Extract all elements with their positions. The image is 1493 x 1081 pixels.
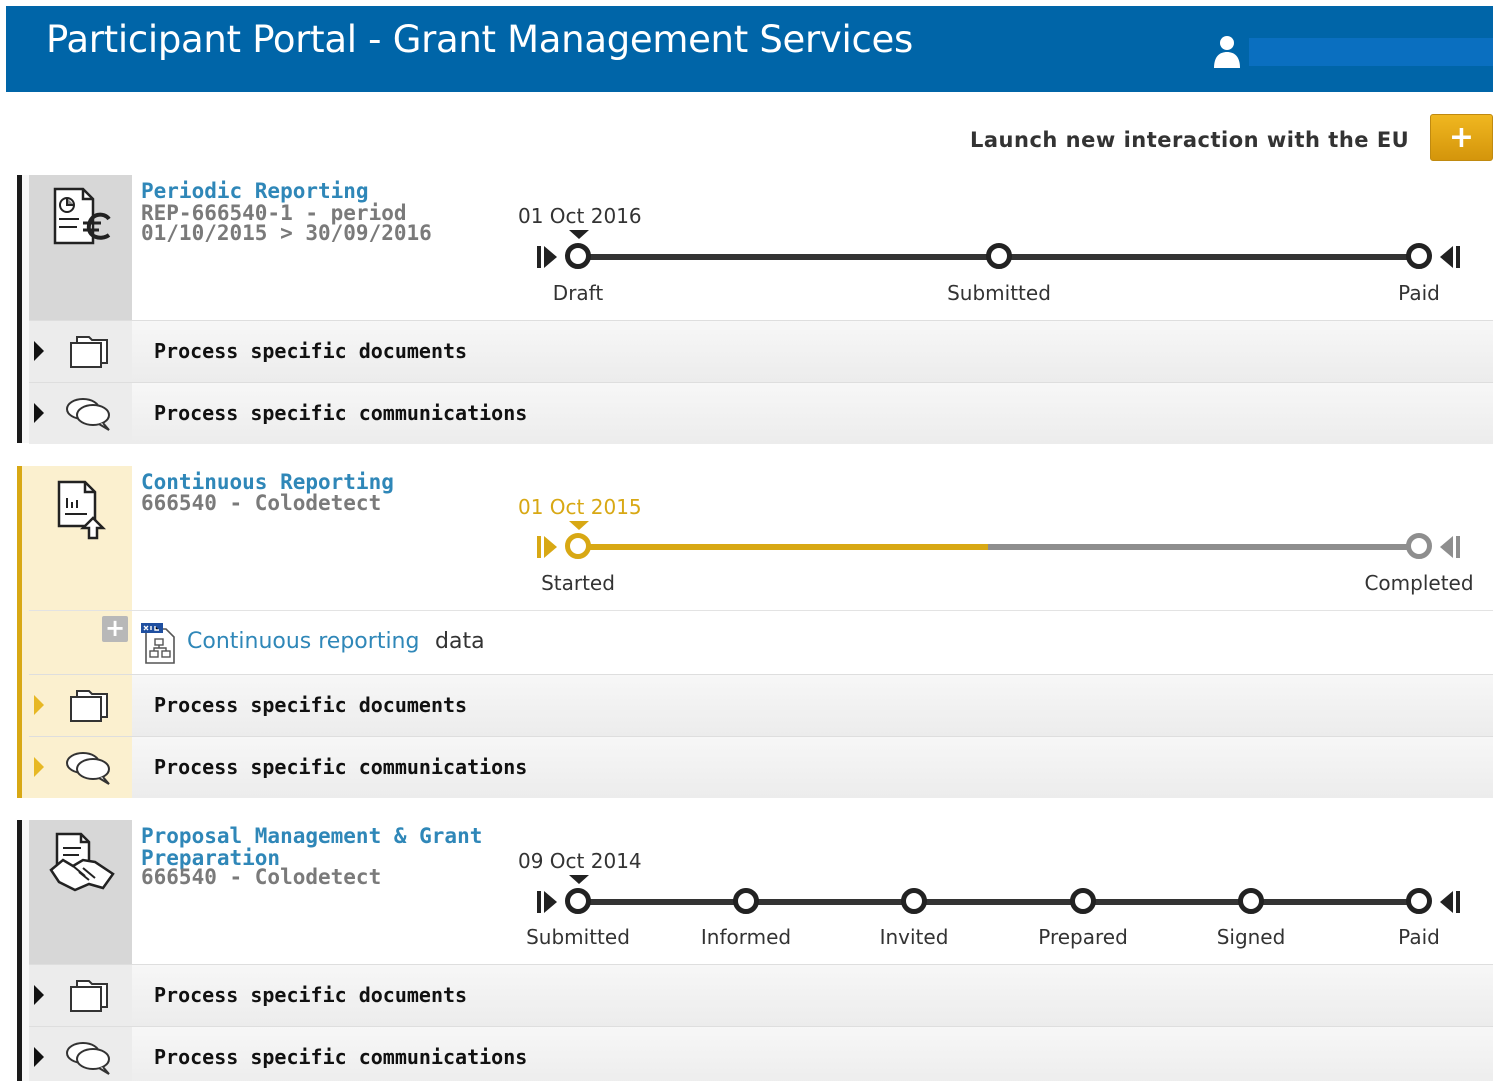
- documents-row-label[interactable]: Process specific documents: [154, 693, 467, 717]
- expand-arrow-icon[interactable]: [34, 1047, 44, 1067]
- documents-row[interactable]: Process specific documents: [29, 674, 1493, 736]
- process-card-continuous-reporting: Continuous Reporting 666540 - Colodetect…: [17, 466, 1493, 798]
- chat-bubbles-icon: [66, 752, 110, 785]
- timeline-step-label: Signed: [1216, 925, 1286, 949]
- launch-interaction-label: Launch new interaction with the EU: [970, 128, 1410, 152]
- communications-row[interactable]: Process specific communications: [29, 736, 1493, 798]
- handshake-icon: [49, 832, 115, 892]
- timeline-step-label: Submitted: [526, 925, 630, 949]
- communications-row-label[interactable]: Process specific communications: [154, 755, 527, 779]
- timeline-step-label: Informed: [700, 925, 792, 949]
- expand-arrow-icon[interactable]: [34, 403, 44, 423]
- timeline-step-node: [1406, 888, 1432, 914]
- continuous-reporting-link[interactable]: Continuous reporting: [187, 629, 419, 654]
- card-rail: [17, 175, 29, 443]
- communications-row[interactable]: Process specific communications: [29, 382, 1493, 444]
- process-title[interactable]: Continuous Reporting: [141, 471, 394, 493]
- expand-button[interactable]: +: [102, 616, 128, 642]
- timeline-step-label: Prepared: [1038, 925, 1128, 949]
- timeline-step-label: Paid: [1398, 281, 1440, 305]
- report-euro-icon: [53, 187, 111, 245]
- document-upload-icon: [57, 480, 107, 540]
- process-period: 01/10/2015 > 30/09/2016: [141, 221, 432, 245]
- timeline-track: [988, 544, 1420, 550]
- folder-icon: [70, 980, 108, 1012]
- timeline-end-icon: [1440, 536, 1460, 558]
- process-card-periodic-reporting: Periodic Reporting REP-666540-1 - period…: [17, 175, 1493, 444]
- timeline-end-icon: [1440, 891, 1460, 913]
- timeline-step-label: Submitted: [947, 281, 1051, 305]
- timeline-date: 01 Oct 2015: [518, 495, 642, 519]
- timeline-step-node: [565, 243, 591, 269]
- timeline-step-label: Completed: [1364, 571, 1474, 595]
- timeline-step-node: [1406, 533, 1432, 559]
- documents-row-label[interactable]: Process specific documents: [154, 983, 467, 1007]
- timeline-step-node: [1238, 888, 1264, 914]
- documents-row-label[interactable]: Process specific documents: [154, 339, 467, 363]
- timeline-start-icon: [537, 536, 557, 558]
- timeline-date: 01 Oct 2016: [518, 204, 642, 228]
- data-label: data: [435, 629, 485, 654]
- timeline-step-label: Paid: [1398, 925, 1440, 949]
- communications-row-label[interactable]: Process specific communications: [154, 401, 527, 425]
- timeline-step-node: [565, 533, 591, 559]
- xml-file-icon: [141, 623, 175, 664]
- user-icon[interactable]: [1212, 34, 1242, 68]
- user-menu[interactable]: [1249, 38, 1493, 66]
- timeline-step-node: [565, 888, 591, 914]
- timeline-track: [578, 899, 1420, 905]
- page-title: Participant Portal - Grant Management Se…: [46, 18, 913, 61]
- app-header: Participant Portal - Grant Management Se…: [6, 6, 1493, 92]
- process-title[interactable]: Proposal Management & Grant: [141, 825, 482, 847]
- timeline-step-node: [1070, 888, 1096, 914]
- launch-interaction-button[interactable]: +: [1430, 114, 1493, 161]
- documents-row[interactable]: Process specific documents: [29, 320, 1493, 382]
- process-title[interactable]: Periodic Reporting: [141, 180, 369, 202]
- chat-bubbles-icon: [66, 1042, 110, 1075]
- process-reference: 666540 - Colodetect: [141, 865, 382, 889]
- expand-arrow-icon[interactable]: [34, 341, 44, 361]
- timeline-progress: [578, 544, 988, 550]
- timeline-step-label: Invited: [879, 925, 949, 949]
- timeline-step-node: [901, 888, 927, 914]
- timeline-current-marker: [569, 875, 589, 884]
- timeline-current-marker: [569, 521, 589, 530]
- timeline-step-node: [733, 888, 759, 914]
- process-card-proposal-management: Proposal Management & Grant Preparation …: [17, 820, 1493, 1081]
- expand-arrow-icon[interactable]: [34, 757, 44, 777]
- expand-arrow-icon[interactable]: [34, 695, 44, 715]
- timeline-date: 09 Oct 2014: [518, 849, 642, 873]
- timeline-step-node: [986, 243, 1012, 269]
- timeline-end-icon: [1440, 246, 1460, 268]
- communications-row-label[interactable]: Process specific communications: [154, 1045, 527, 1069]
- communications-row[interactable]: Process specific communications: [29, 1026, 1493, 1081]
- documents-row[interactable]: Process specific documents: [29, 964, 1493, 1026]
- card-rail: [17, 466, 29, 798]
- timeline-start-icon: [537, 246, 557, 268]
- timeline-start-icon: [537, 891, 557, 913]
- chat-bubbles-icon: [66, 398, 110, 431]
- process-reference: 666540 - Colodetect: [141, 491, 382, 515]
- card-rail: [17, 820, 29, 1081]
- timeline-step-label: Started: [541, 571, 615, 595]
- timeline-current-marker: [569, 230, 589, 239]
- timeline-step-node: [1406, 243, 1432, 269]
- folder-icon: [70, 690, 108, 722]
- timeline-step-label: Draft: [552, 281, 604, 305]
- folder-icon: [70, 336, 108, 368]
- expand-arrow-icon[interactable]: [34, 985, 44, 1005]
- continuous-reporting-data-row: + Continuous reporting data: [29, 610, 1493, 674]
